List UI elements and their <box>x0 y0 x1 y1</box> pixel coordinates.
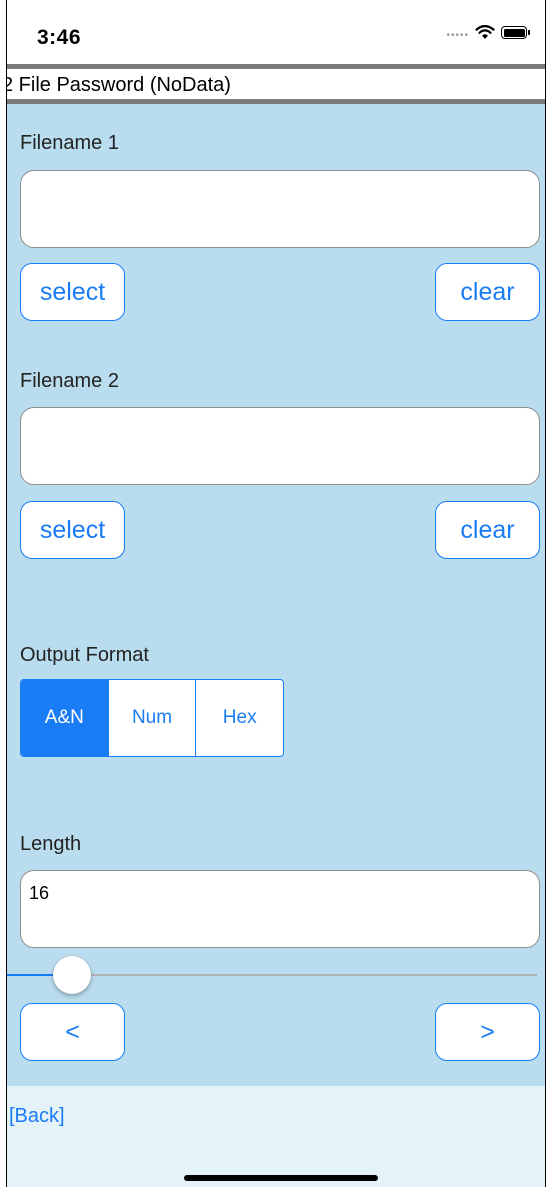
segment-alphanumeric[interactable]: A&N <box>21 680 109 756</box>
increase-length-button[interactable]: > <box>435 1003 540 1061</box>
length-slider[interactable] <box>7 954 545 994</box>
slider-thumb[interactable] <box>53 956 92 994</box>
decrease-length-button[interactable]: < <box>20 1003 125 1061</box>
back-link[interactable]: [Back] <box>9 1105 65 1128</box>
output-format-label: Output Format <box>20 644 149 666</box>
wifi-icon <box>475 25 495 39</box>
battery-icon <box>501 26 530 39</box>
status-time: 3:46 <box>37 26 82 49</box>
length-label: Length <box>20 833 82 855</box>
filename1-field[interactable] <box>20 170 540 248</box>
length-field[interactable]: 16 <box>20 870 540 948</box>
filename2-field[interactable] <box>20 407 540 485</box>
filename2-label: Filename 2 <box>20 370 119 392</box>
title-bar: 2 File Password (NoData) <box>7 64 545 104</box>
status-bar: 3:46 ••••• <box>7 0 545 64</box>
filename2-select-button[interactable]: select <box>20 501 125 559</box>
main-content: Filename 1 select clear Filename 2 selec… <box>7 104 545 1086</box>
filename1-clear-button[interactable]: clear <box>435 263 540 321</box>
home-indicator <box>184 1175 378 1181</box>
app-frame: 3:46 ••••• 2 File Password (NoData) File… <box>6 0 546 1187</box>
filename1-label: Filename 1 <box>20 132 119 154</box>
segment-hex[interactable]: Hex <box>196 680 283 756</box>
segment-numeric[interactable]: Num <box>109 680 197 756</box>
footer-bar: [Back] <box>7 1086 545 1187</box>
output-format-segmented-control: A&N Num Hex <box>20 679 284 757</box>
filename2-clear-button[interactable]: clear <box>435 501 540 559</box>
cellular-dots-icon: ••••• <box>446 30 469 41</box>
filename1-select-button[interactable]: select <box>20 263 125 321</box>
page-title: 2 File Password (NoData) <box>6 74 231 96</box>
status-icons: ••••• <box>446 24 530 41</box>
